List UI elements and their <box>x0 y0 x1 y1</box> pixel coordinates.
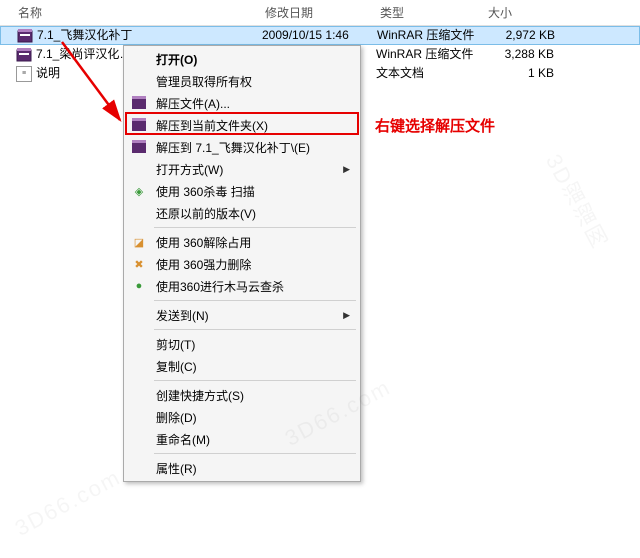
rar-icon <box>16 47 32 63</box>
menu-separator <box>154 329 356 330</box>
menu-open-with[interactable]: 打开方式(W)▶ <box>126 158 358 180</box>
menu-separator <box>154 300 356 301</box>
annotation-text: 右键选择解压文件 <box>375 115 495 136</box>
menu-rename[interactable]: 重命名(M) <box>126 428 358 450</box>
file-date: 2009/10/15 1:46 <box>262 26 377 45</box>
menu-extract-here[interactable]: 解压到当前文件夹(X) <box>126 114 358 136</box>
shield-icon: ◈ <box>131 183 147 199</box>
menu-360-force-del[interactable]: ✖ 使用 360强力删除 <box>126 253 358 275</box>
menu-cut[interactable]: 剪切(T) <box>126 333 358 355</box>
col-type[interactable]: 类型 <box>380 4 488 21</box>
menu-props[interactable]: 属性(R) <box>126 457 358 479</box>
scan-icon: ● <box>131 278 147 294</box>
watermark: 3D66.com <box>11 464 126 542</box>
file-row[interactable]: 7.1_飞舞汉化补丁 2009/10/15 1:46 WinRAR 压缩文件 2… <box>0 26 640 45</box>
rar-icon <box>131 95 147 111</box>
delete-icon: ✖ <box>131 256 147 272</box>
menu-separator <box>154 380 356 381</box>
menu-separator <box>154 227 356 228</box>
col-size[interactable]: 大小 <box>488 4 568 21</box>
menu-send-to[interactable]: 发送到(N)▶ <box>126 304 358 326</box>
rar-icon <box>131 117 147 133</box>
rar-icon <box>131 139 147 155</box>
context-menu: 打开(O) 管理员取得所有权 解压文件(A)... 解压到当前文件夹(X) 解压… <box>123 45 361 482</box>
menu-extract-files[interactable]: 解压文件(A)... <box>126 92 358 114</box>
menu-360-scan[interactable]: ◈ 使用 360杀毒 扫描 <box>126 180 358 202</box>
menu-delete[interactable]: 删除(D) <box>126 406 358 428</box>
unlock-icon: ◪ <box>131 234 147 250</box>
file-type: WinRAR 压缩文件 <box>377 26 485 45</box>
menu-360-release[interactable]: ◪ 使用 360解除占用 <box>126 231 358 253</box>
menu-separator <box>154 453 356 454</box>
file-name: 7.1_飞舞汉化补丁 <box>37 26 262 45</box>
chevron-right-icon: ▶ <box>343 310 350 321</box>
menu-restore-prev[interactable]: 还原以前的版本(V) <box>126 202 358 224</box>
file-size: 2,972 KB <box>485 26 565 45</box>
file-type: WinRAR 压缩文件 <box>376 45 484 64</box>
menu-360-trojan[interactable]: ● 使用360进行木马云查杀 <box>126 275 358 297</box>
file-size: 3,288 KB <box>484 45 564 64</box>
menu-open[interactable]: 打开(O) <box>126 48 358 70</box>
menu-extract-to[interactable]: 解压到 7.1_飞舞汉化补丁\(E) <box>126 136 358 158</box>
col-name[interactable]: 名称 <box>0 4 265 21</box>
file-size: 1 KB <box>484 64 564 83</box>
menu-copy[interactable]: 复制(C) <box>126 355 358 377</box>
menu-admin-own[interactable]: 管理员取得所有权 <box>126 70 358 92</box>
watermark: 3D溜溜网 <box>537 149 614 256</box>
txt-icon: ≡ <box>16 66 32 82</box>
rar-icon <box>17 28 33 44</box>
chevron-right-icon: ▶ <box>343 164 350 175</box>
file-type: 文本文档 <box>376 64 484 83</box>
menu-shortcut[interactable]: 创建快捷方式(S) <box>126 384 358 406</box>
column-header-row: 名称 修改日期 类型 大小 <box>0 0 640 26</box>
col-date[interactable]: 修改日期 <box>265 4 380 21</box>
